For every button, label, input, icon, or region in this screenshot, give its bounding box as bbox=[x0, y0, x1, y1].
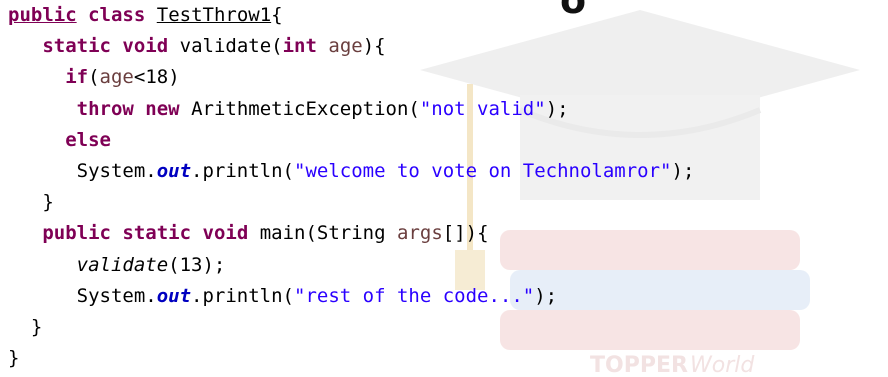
close-brace: } bbox=[42, 191, 54, 214]
field-out: out bbox=[156, 284, 192, 307]
code-line-5: else bbox=[8, 125, 694, 156]
keyword-new: new bbox=[145, 97, 180, 120]
code-line-11: } bbox=[8, 312, 694, 343]
code-line-1: public class TestThrow1{ bbox=[8, 0, 694, 31]
code-line-7: } bbox=[8, 187, 694, 218]
code-line-3: if(age<18) bbox=[8, 62, 694, 93]
keyword-static: static bbox=[42, 35, 111, 58]
condition-rest: <18) bbox=[133, 66, 180, 89]
keyword-void: void bbox=[122, 35, 169, 58]
system-object: System. bbox=[76, 159, 157, 182]
keyword-class: class bbox=[88, 4, 146, 26]
code-line-4: throw new ArithmeticException("not valid… bbox=[8, 94, 694, 125]
signature-close: ){ bbox=[362, 35, 386, 58]
var-args: args bbox=[397, 222, 443, 245]
paren-open: ( bbox=[88, 66, 100, 89]
statement-close: ); bbox=[534, 284, 558, 307]
code-line-6: System.out.println("welcome to vote on T… bbox=[8, 156, 695, 187]
method-main: main(String bbox=[259, 222, 398, 245]
keyword-else: else bbox=[65, 128, 111, 151]
keyword-public: public bbox=[8, 4, 77, 26]
keyword-int: int bbox=[282, 35, 317, 58]
string-rest-of-code: "rest of the code..." bbox=[294, 284, 535, 307]
close-brace: } bbox=[8, 347, 20, 370]
code-line-8: public static void main(String args[]){ bbox=[8, 218, 694, 249]
println-call: .println( bbox=[191, 284, 294, 307]
string-not-valid: "not valid" bbox=[419, 97, 546, 120]
keyword-static: static bbox=[122, 222, 192, 245]
field-out: out bbox=[156, 159, 192, 182]
string-welcome: "welcome to vote on Technolamror" bbox=[294, 159, 672, 182]
code-line-9: validate(13); bbox=[8, 250, 694, 281]
call-args: (13); bbox=[168, 253, 226, 276]
open-brace: { bbox=[271, 4, 283, 26]
code-line-12: } bbox=[8, 343, 694, 374]
keyword-void: void bbox=[202, 222, 249, 245]
statement-close: ); bbox=[671, 159, 695, 182]
keyword-public: public bbox=[42, 222, 111, 245]
signature-close: []){ bbox=[442, 222, 489, 245]
println-call: .println( bbox=[191, 159, 294, 182]
exception-constructor: ArithmeticException( bbox=[191, 97, 420, 120]
watermark-brand-suffix: World bbox=[690, 353, 755, 377]
code-line-2: static void validate(int age){ bbox=[8, 31, 694, 62]
system-object: System. bbox=[76, 284, 157, 307]
java-code-block: public class TestThrow1{ static void val… bbox=[8, 0, 694, 374]
var-age: age bbox=[99, 66, 134, 89]
param-age: age bbox=[328, 35, 363, 58]
keyword-if: if bbox=[65, 66, 89, 89]
class-name: TestThrow1 bbox=[156, 4, 272, 26]
keyword-throw: throw bbox=[76, 97, 134, 120]
code-line-10: System.out.println("rest of the code..."… bbox=[8, 281, 694, 312]
call-validate: validate bbox=[76, 253, 169, 276]
statement-close: ); bbox=[545, 97, 569, 120]
close-brace: } bbox=[30, 315, 43, 338]
code-screenshot: TOPPER World o public class TestThrow1{ … bbox=[0, 0, 888, 377]
method-validate: validate( bbox=[179, 35, 283, 58]
